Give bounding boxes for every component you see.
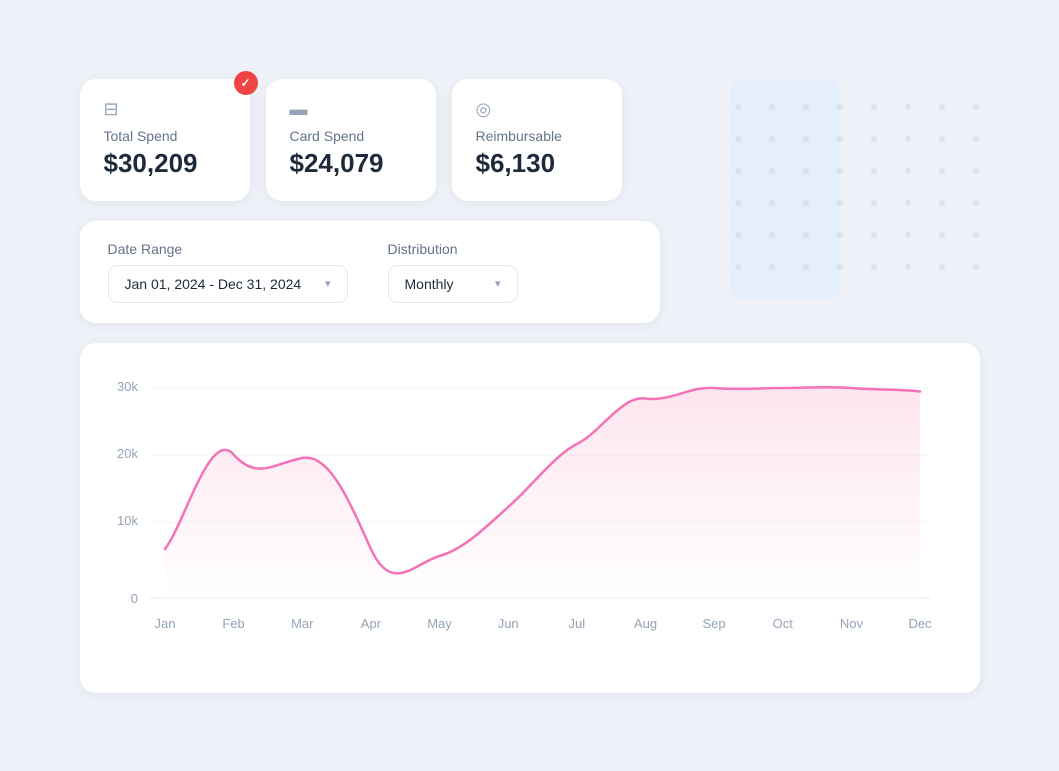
svg-text:0: 0 [130, 591, 137, 606]
chart-card: 30k 20k 10k 0 [80, 343, 980, 693]
svg-text:Nov: Nov [839, 616, 863, 631]
svg-text:20k: 20k [117, 446, 138, 461]
total-spend-label: Total Spend [104, 128, 226, 144]
metric-card-total-spend: ✓ ⊟ Total Spend $30,209 [80, 79, 250, 201]
svg-text:Oct: Oct [772, 616, 793, 631]
chart-area: 30k 20k 10k 0 [110, 373, 950, 673]
filter-row: Date Range Jan 01, 2024 - Dec 31, 2024 ▾… [80, 221, 660, 323]
svg-text:30k: 30k [117, 379, 138, 394]
reimbursable-label: Reimbursable [476, 128, 598, 144]
svg-text:May: May [427, 616, 452, 631]
date-range-select[interactable]: Jan 01, 2024 - Dec 31, 2024 ▾ [108, 265, 348, 303]
card-spend-icon: ▬ [290, 99, 412, 120]
svg-text:Dec: Dec [908, 616, 932, 631]
line-chart: 30k 20k 10k 0 [110, 373, 950, 673]
distribution-label: Distribution [388, 241, 518, 257]
svg-text:Jul: Jul [568, 616, 585, 631]
total-spend-value: $30,209 [104, 148, 226, 179]
distribution-select[interactable]: Monthly ▾ [388, 265, 518, 303]
metric-cards-row: ✓ ⊟ Total Spend $30,209 ▬ Card Spend $24… [80, 79, 980, 201]
svg-text:Feb: Feb [222, 616, 244, 631]
svg-text:Jan: Jan [154, 616, 175, 631]
card-spend-value: $24,079 [290, 148, 412, 179]
distribution-filter-group: Distribution Monthly ▾ [388, 241, 518, 303]
distribution-value: Monthly [405, 276, 454, 292]
card-spend-label: Card Spend [290, 128, 412, 144]
svg-text:Sep: Sep [702, 616, 725, 631]
date-range-filter-group: Date Range Jan 01, 2024 - Dec 31, 2024 ▾ [108, 241, 348, 303]
chart-area-fill [165, 387, 920, 598]
date-range-chevron-icon: ▾ [325, 277, 331, 290]
distribution-chevron-icon: ▾ [495, 277, 501, 290]
dashboard-container: // dots ✓ ⊟ Total Spend $30,209 ▬ Card S… [80, 79, 980, 693]
metric-card-reimbursable: ◎ Reimbursable $6,130 [452, 79, 622, 201]
reimbursable-icon: ◎ [476, 99, 598, 120]
reimbursable-value: $6,130 [476, 148, 598, 179]
date-range-value: Jan 01, 2024 - Dec 31, 2024 [125, 276, 302, 292]
metric-card-card-spend: ▬ Card Spend $24,079 [266, 79, 436, 201]
total-spend-icon: ⊟ [104, 99, 226, 120]
svg-text:Jun: Jun [497, 616, 518, 631]
svg-text:Aug: Aug [633, 616, 656, 631]
check-badge: ✓ [234, 71, 258, 95]
svg-text:Apr: Apr [360, 616, 381, 631]
svg-text:Mar: Mar [291, 616, 314, 631]
svg-text:10k: 10k [117, 513, 138, 528]
date-range-label: Date Range [108, 241, 348, 257]
